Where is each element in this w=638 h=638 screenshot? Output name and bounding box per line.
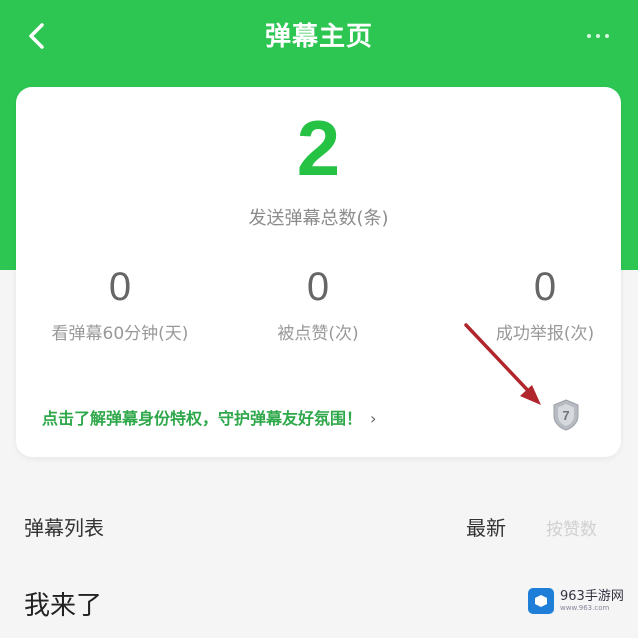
watermark-url: www.963.com — [560, 604, 610, 613]
stat-label: 被点赞(次) — [277, 324, 359, 344]
danmaku-list-header: 弹幕列表 最新 按赞数 — [0, 478, 638, 568]
sort-newest-tab[interactable]: 最新 — [466, 512, 506, 541]
stat-watch-days: 0 看弹幕60分钟(天) — [20, 267, 220, 344]
site-watermark: 963手游网 www.963.com — [528, 586, 624, 616]
more-button[interactable] — [580, 22, 616, 50]
stat-label: 成功举报(次) — [495, 324, 595, 344]
stat-value: 0 — [533, 265, 557, 309]
level-badge-number: 7 — [562, 408, 569, 423]
privilege-link-text: 点击了解弹幕身份特权，守护弹幕友好氛围！ — [42, 409, 363, 428]
total-sent-label: 发送弹幕总数(条) — [248, 208, 389, 229]
chevron-right-icon: › — [370, 409, 377, 428]
stat-value: 0 — [108, 265, 132, 309]
watermark-logo-icon — [528, 588, 554, 614]
stat-label: 看弹幕60分钟(天) — [51, 324, 189, 344]
watermark-name: 963手游网 — [560, 588, 624, 604]
stat-reports: 0 成功举报(次) — [445, 267, 638, 344]
more-dots-icon — [587, 34, 591, 38]
stat-likes: 0 被点赞(次) — [218, 267, 418, 344]
sort-by-likes-tab[interactable]: 按赞数 — [546, 515, 597, 540]
summary-card: 2 发送弹幕总数(条) 0 看弹幕60分钟(天) 0 被点赞(次) 0 成功举报… — [16, 87, 621, 457]
privilege-link[interactable]: 点击了解弹幕身份特权，守护弹幕友好氛围！ › — [42, 405, 376, 429]
top-bar: 弹幕主页 — [0, 0, 638, 74]
list-item[interactable]: 我来了 — [24, 585, 102, 622]
stat-value: 0 — [306, 265, 330, 309]
total-sent-count: 2 — [296, 104, 341, 192]
page-title: 弹幕主页 — [264, 22, 373, 52]
level-badge-icon[interactable]: 7 — [552, 399, 580, 431]
list-title: 弹幕列表 — [24, 516, 104, 540]
